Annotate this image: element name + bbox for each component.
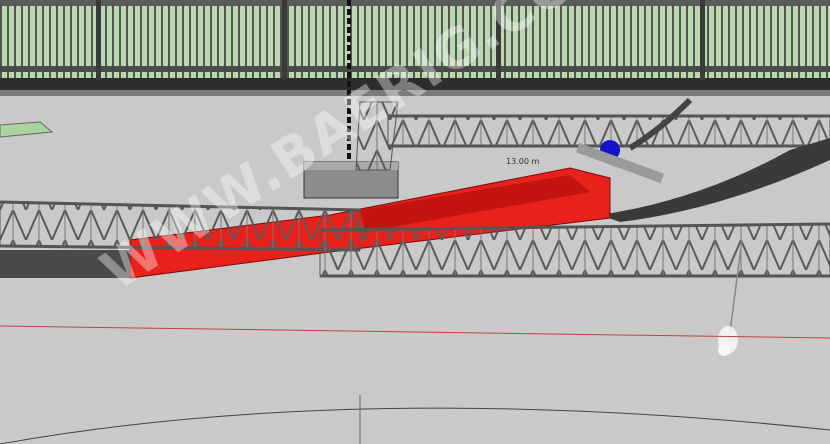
floor-arc <box>0 407 830 444</box>
beam-left <box>0 250 130 278</box>
rig-scene <box>0 0 830 444</box>
3d-viewport[interactable]: 13.00 m WWW.BAERIG.COM <box>0 0 830 444</box>
dark-track <box>600 138 830 222</box>
ledge <box>0 121 54 138</box>
overhead-grid <box>0 0 830 96</box>
dimension-label: 13.00 m <box>506 157 540 166</box>
axis-line <box>0 325 830 339</box>
